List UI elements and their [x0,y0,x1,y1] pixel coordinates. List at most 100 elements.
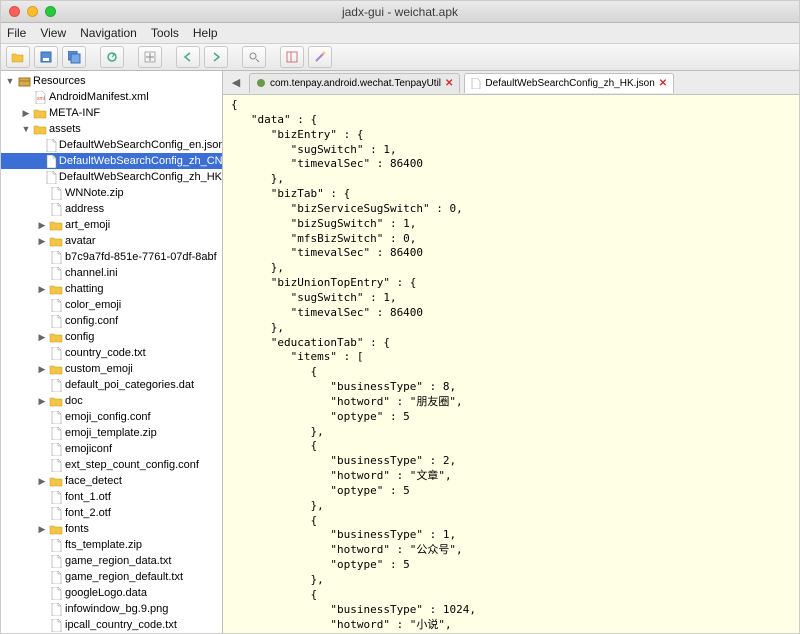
tree-row[interactable]: ▶art_emoji [1,217,222,233]
deobfuscate-button[interactable] [308,46,332,68]
sync-button[interactable] [100,46,124,68]
tree-row[interactable]: ▶fts_template.zip [1,537,222,553]
tree-row[interactable]: ▶DefaultWebSearchConfig_zh_HK.json [1,169,222,185]
code-view[interactable]: { "data" : { "bizEntry" : { "sugSwitch" … [223,95,799,633]
save-all-button[interactable] [62,46,86,68]
disclosure-icon: ▶ [37,268,47,279]
menu-help[interactable]: Help [193,26,218,40]
tree-label: font_1.otf [65,491,111,503]
tree-label: doc [65,395,83,407]
menu-tools[interactable]: Tools [151,26,179,40]
file-icon [49,459,63,472]
tree-row[interactable]: ▶game_region_data.txt [1,553,222,569]
package-icon [17,75,31,88]
file-icon [49,443,63,456]
disclosure-icon[interactable]: ▶ [37,476,47,487]
disclosure-icon: ▶ [37,428,47,439]
folder-icon [49,523,63,536]
tab-defaultwebsearchconfig[interactable]: DefaultWebSearchConfig_zh_HK.json ✕ [464,73,674,93]
tree-row[interactable]: ▶config [1,329,222,345]
disclosure-icon[interactable]: ▶ [21,108,31,119]
wand-icon [314,51,326,63]
tree-label: custom_emoji [65,363,133,375]
disclosure-icon[interactable]: ▶ [37,524,47,535]
tree-row[interactable]: ▶WNNote.zip [1,185,222,201]
tree-row[interactable]: ▶fonts [1,521,222,537]
tree-row[interactable]: ▶xmlAndroidManifest.xml [1,89,222,105]
tree-row[interactable]: ▶color_emoji [1,297,222,313]
toggle-panel-button[interactable] [280,46,304,68]
disclosure-icon[interactable]: ▼ [5,76,15,86]
disclosure-icon: ▶ [37,204,47,215]
class-icon [256,78,266,88]
file-icon [49,427,63,440]
nav-forward-button[interactable] [204,46,228,68]
tree-label: infowindow_bg.9.png [65,603,168,615]
folder-icon [33,107,47,120]
tree-row[interactable]: ▶ META-INF [1,105,222,121]
tree-label: META-INF [49,107,100,119]
disclosure-icon[interactable]: ▼ [21,124,31,134]
resource-tree[interactable]: ▼Resources▶xmlAndroidManifest.xml ▶ META-I… [1,71,222,633]
tree-row[interactable]: ▶default_poi_categories.dat [1,377,222,393]
open-file-button[interactable] [6,46,30,68]
tree-row-resources[interactable]: ▼Resources [1,73,222,89]
tree-row[interactable]: ▶face_detect [1,473,222,489]
tree-row[interactable]: ▶emoji_config.conf [1,409,222,425]
file-icon [49,251,63,264]
tab-tenpayutil[interactable]: com.tenpay.android.wechat.TenpayUtil ✕ [249,73,460,93]
tree-row[interactable]: ▼ assets [1,121,222,137]
tree-row[interactable]: ▶ custom_emoji [1,361,222,377]
close-icon[interactable]: ✕ [659,78,667,89]
folder-icon [49,219,63,232]
tree-row[interactable]: ▶googleLogo.data [1,585,222,601]
tree-label: fts_template.zip [65,539,142,551]
nav-back-button[interactable] [176,46,200,68]
file-icon [49,491,63,504]
tree-row[interactable]: ▶ doc [1,393,222,409]
disclosure-icon[interactable]: ▶ [37,364,47,375]
folder-icon [49,235,63,248]
disclosure-icon[interactable]: ▶ [37,396,47,407]
disclosure-icon[interactable]: ▶ [37,236,47,247]
tree-row[interactable]: ▶infowindow_bg.9.png [1,601,222,617]
save-all-icon [68,51,81,64]
file-icon [49,315,63,328]
tree-row[interactable]: ▶b7c9a7fd-851e-7761-07df-8abf [1,249,222,265]
tree-row[interactable]: ▶font_2.otf [1,505,222,521]
tab-nav-back[interactable]: ◀ [227,74,245,92]
tree-row[interactable]: ▶emojiconf [1,441,222,457]
tree-row[interactable]: ▶ext_step_count_config.conf [1,457,222,473]
disclosure-icon: ▶ [37,188,47,199]
menu-file[interactable]: File [7,26,26,40]
editor-tabbar: ◀ com.tenpay.android.wechat.TenpayUtil ✕… [223,71,799,95]
tree-row[interactable]: ▶DefaultWebSearchConfig_en.json [1,137,222,153]
tree-row[interactable]: ▶channel.ini [1,265,222,281]
disclosure-icon: ▶ [37,556,47,567]
file-icon [49,299,63,312]
tree-row[interactable]: ▶config.conf [1,313,222,329]
tree-row[interactable]: ▶country_code.txt [1,345,222,361]
file-icon [46,155,57,168]
menu-navigation[interactable]: Navigation [80,26,137,40]
tree-label: assets [49,123,81,135]
tree-row[interactable]: ▶DefaultWebSearchConfig_zh_CN.json [1,153,222,169]
save-button[interactable] [34,46,58,68]
tree-row[interactable]: ▶game_region_default.txt [1,569,222,585]
disclosure-icon[interactable]: ▶ [37,220,47,231]
tree-row[interactable]: ▶address [1,201,222,217]
search-button[interactable] [242,46,266,68]
tree-row[interactable]: ▶font_1.otf [1,489,222,505]
tree-row[interactable]: ▶emoji_template.zip [1,425,222,441]
expand-button[interactable] [138,46,162,68]
disclosure-icon[interactable]: ▶ [37,332,47,343]
tree-row[interactable]: ▶avatar [1,233,222,249]
close-icon[interactable]: ✕ [445,78,453,89]
disclosure-icon: ▶ [37,380,47,391]
menu-view[interactable]: View [40,26,66,40]
tree-pane[interactable]: ▼Resources▶xmlAndroidManifest.xml ▶ META-I… [1,71,223,633]
tree-row[interactable]: ▶ipcall_country_code.txt [1,617,222,633]
disclosure-icon: ▶ [37,348,47,359]
tree-row[interactable]: ▶chatting [1,281,222,297]
disclosure-icon[interactable]: ▶ [37,284,47,295]
